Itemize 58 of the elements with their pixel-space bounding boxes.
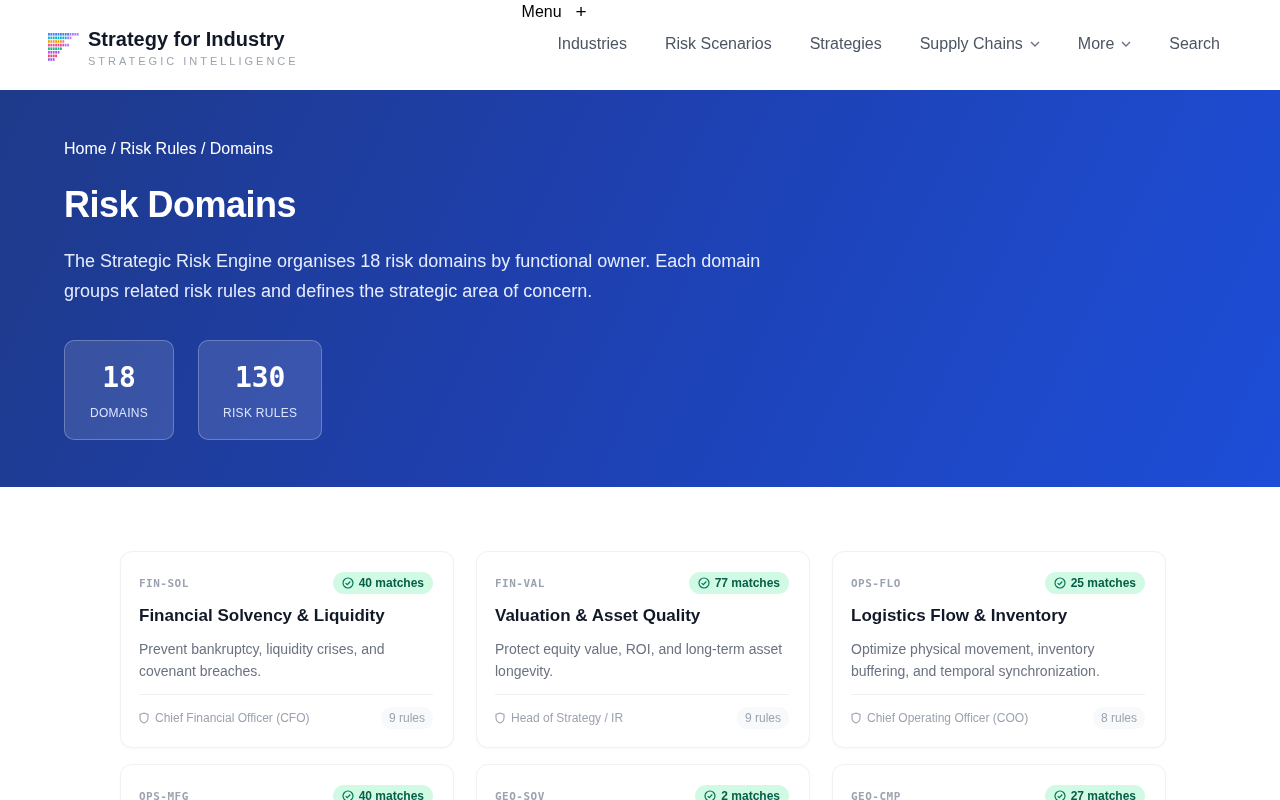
menu-toggle[interactable]: Menu + xyxy=(521,0,587,21)
domain-owner: Chief Financial Officer (CFO) xyxy=(155,711,310,725)
matches-badge: 40 matches xyxy=(332,572,433,594)
check-circle-icon xyxy=(697,577,710,589)
matches-badge: 27 matches xyxy=(1044,785,1145,800)
rules-count: 8 rules xyxy=(1092,707,1145,729)
shield-icon xyxy=(139,712,149,724)
nav-link[interactable]: Industries xyxy=(557,35,627,53)
shield-icon xyxy=(495,712,505,724)
nav-link[interactable]: Supply Chains xyxy=(919,35,1040,53)
stat-label: RISK RULES xyxy=(223,405,298,420)
domain-owner: Chief Operating Officer (COO) xyxy=(867,711,1029,725)
brand-name[interactable]: Strategy for Industry xyxy=(88,27,299,51)
domain-code: GEO-CMP xyxy=(851,789,901,800)
check-circle-icon xyxy=(704,790,717,800)
matches-badge: 2 matches xyxy=(695,785,789,800)
domain-code: OPS-FLO xyxy=(851,576,901,590)
domain-description: Protect equity value, ROI, and long-term asset longevity. xyxy=(495,640,784,681)
rules-count: 9 rules xyxy=(736,707,789,729)
domain-code: FIN-VAL xyxy=(495,576,545,590)
nav-link[interactable]: More xyxy=(1077,35,1132,53)
domain-description: Optimize physical movement, inventory buffering, and temporal synchronization. xyxy=(851,640,1101,681)
stat-label: DOMAINS xyxy=(89,405,149,420)
nav-link[interactable]: Strategies xyxy=(809,35,882,53)
domain-code: OPS-MFG xyxy=(139,789,189,800)
matches-badge: 25 matches xyxy=(1044,572,1145,594)
breadcrumb: Home / Risk Rules / Domains xyxy=(64,140,274,158)
check-circle-icon xyxy=(341,790,354,800)
chevron-down-icon xyxy=(1029,41,1040,47)
domain-code: GEO-SOV xyxy=(495,789,545,800)
domain-card[interactable]: GEO-SOV 2 matches xyxy=(476,764,810,800)
hero-description: The Strategic Risk Engine organises 18 risk domains by functional owner. Each domain groups related risk rules and defines the strategic area of concern. xyxy=(64,250,762,303)
stat-value: 18 xyxy=(102,360,136,394)
domain-title: Logistics Flow & Inventory xyxy=(851,606,1069,626)
nav-link[interactable]: Risk Scenarios xyxy=(664,35,772,53)
domain-card[interactable]: OPS-FLO 25 matches Logistics Flow & Inventory Optimize physical movement, inventory buffering, and temporal synchronization. Chief Operating Officer (COO) 8 rules xyxy=(832,551,1166,748)
brand-tagline: STRATEGIC INTELLIGENCE xyxy=(88,54,299,67)
page-title: Risk Domains xyxy=(64,184,298,226)
domain-card[interactable]: FIN-SOL 40 matches Financial Solvency & Liquidity Prevent bankruptcy, liquidity crises, and covenant breaches. Chief Financial Officer (CFO) 9 rules xyxy=(120,551,454,748)
domain-description: Prevent bankruptcy, liquidity crises, and covenant breaches. xyxy=(139,640,386,681)
check-circle-icon xyxy=(341,577,354,589)
shield-icon xyxy=(851,712,861,724)
stat-value: 130 xyxy=(234,360,286,394)
domain-owner: Head of Strategy / IR xyxy=(511,711,624,725)
domain-card[interactable]: GEO-CMP 27 matches xyxy=(832,764,1166,800)
domain-card[interactable]: OPS-MFG 40 matches xyxy=(120,764,454,800)
domain-title: Financial Solvency & Liquidity xyxy=(139,606,386,626)
check-circle-icon xyxy=(1053,790,1066,800)
matches-badge: 77 matches xyxy=(688,572,789,594)
logo-icon xyxy=(48,33,80,63)
domain-code: FIN-SOL xyxy=(139,576,189,590)
chevron-down-icon xyxy=(1121,41,1132,47)
nav-link[interactable]: Search xyxy=(1169,35,1220,53)
rules-count: 9 rules xyxy=(380,707,433,729)
matches-badge: 40 matches xyxy=(332,785,433,800)
domain-card[interactable]: FIN-VAL 77 matches Valuation & Asset Quality Protect equity value, ROI, and long-term asset longevity. Head of Strategy / IR 9 rules xyxy=(476,551,810,748)
check-circle-icon xyxy=(1053,577,1066,589)
domain-title: Valuation & Asset Quality xyxy=(495,606,702,626)
